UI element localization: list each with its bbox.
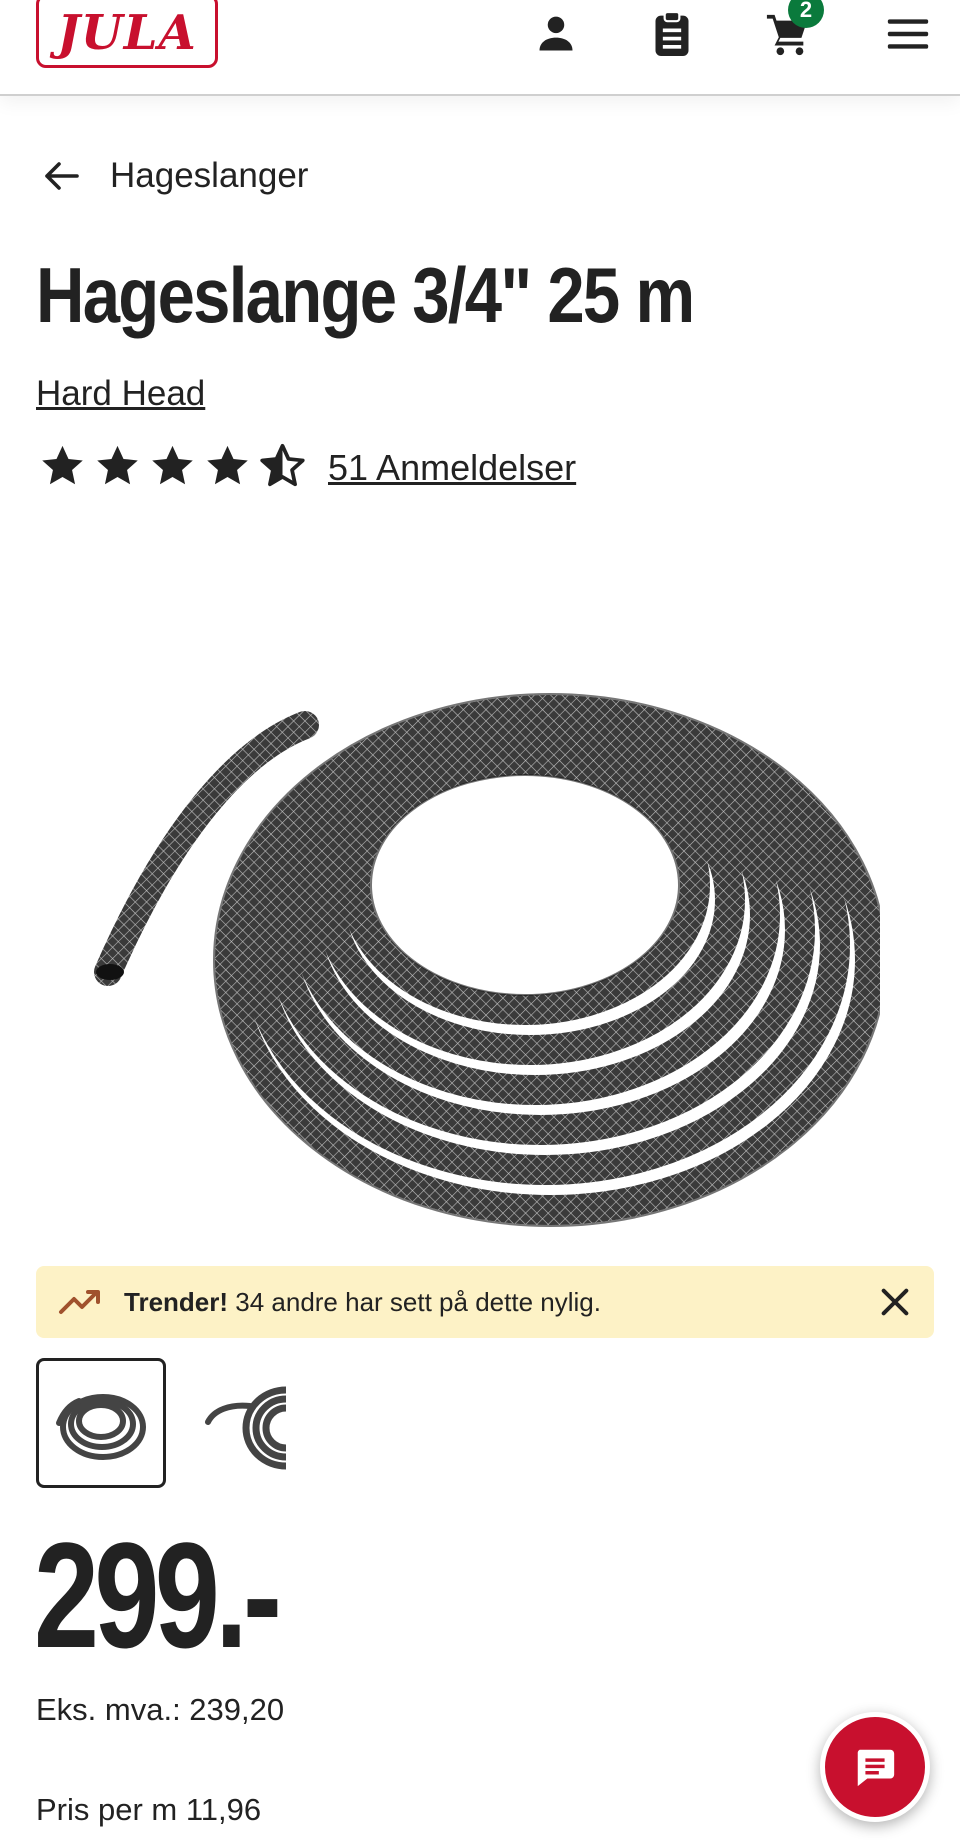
product-price: 299.-: [34, 1511, 282, 1679]
thumbnail-1-selected[interactable]: [36, 1358, 166, 1488]
star-full-icon: [152, 445, 193, 485]
rating-stars[interactable]: [40, 443, 305, 488]
chat-button[interactable]: [820, 1712, 930, 1822]
reviews-link[interactable]: 51 Anmeldelser: [328, 447, 576, 489]
trend-message: 34 andre har sett på dette nylig.: [228, 1286, 601, 1317]
jula-logo[interactable]: JULA: [36, 0, 218, 68]
shopping-list-icon[interactable]: [644, 6, 700, 62]
breadcrumb-category[interactable]: Hageslanger: [110, 156, 308, 196]
cart-icon[interactable]: 2: [760, 0, 824, 62]
chat-icon: [857, 1749, 895, 1787]
price-per-unit: Pris per m 11,96: [36, 1792, 262, 1827]
thumbnail-2[interactable]: [200, 1358, 286, 1488]
star-full-icon: [42, 445, 83, 485]
trend-text: Trender! 34 andre har sett på dette nyli…: [124, 1287, 601, 1318]
product-title: Hageslange 3/4" 25 m: [36, 251, 695, 339]
trending-up-icon: [59, 1290, 100, 1314]
star-full-icon: [207, 445, 248, 485]
back-arrow-icon[interactable]: [42, 156, 82, 196]
trend-bold-label: Trender!: [124, 1286, 229, 1317]
star-half-icon: [260, 443, 305, 487]
star-full-icon: [97, 445, 138, 485]
product-image-hose[interactable]: [90, 630, 887, 1240]
logo-text: JULA: [57, 5, 197, 61]
menu-icon[interactable]: [880, 6, 936, 62]
price-ex-vat: Eks. mva.: 239,20: [36, 1692, 285, 1727]
site-header: JULA 2: [0, 0, 960, 96]
close-icon[interactable]: [878, 1285, 912, 1319]
brand-link[interactable]: Hard Head: [36, 374, 205, 414]
account-icon[interactable]: [528, 6, 584, 62]
trend-banner: Trender! 34 andre har sett på dette nyli…: [36, 1266, 934, 1338]
